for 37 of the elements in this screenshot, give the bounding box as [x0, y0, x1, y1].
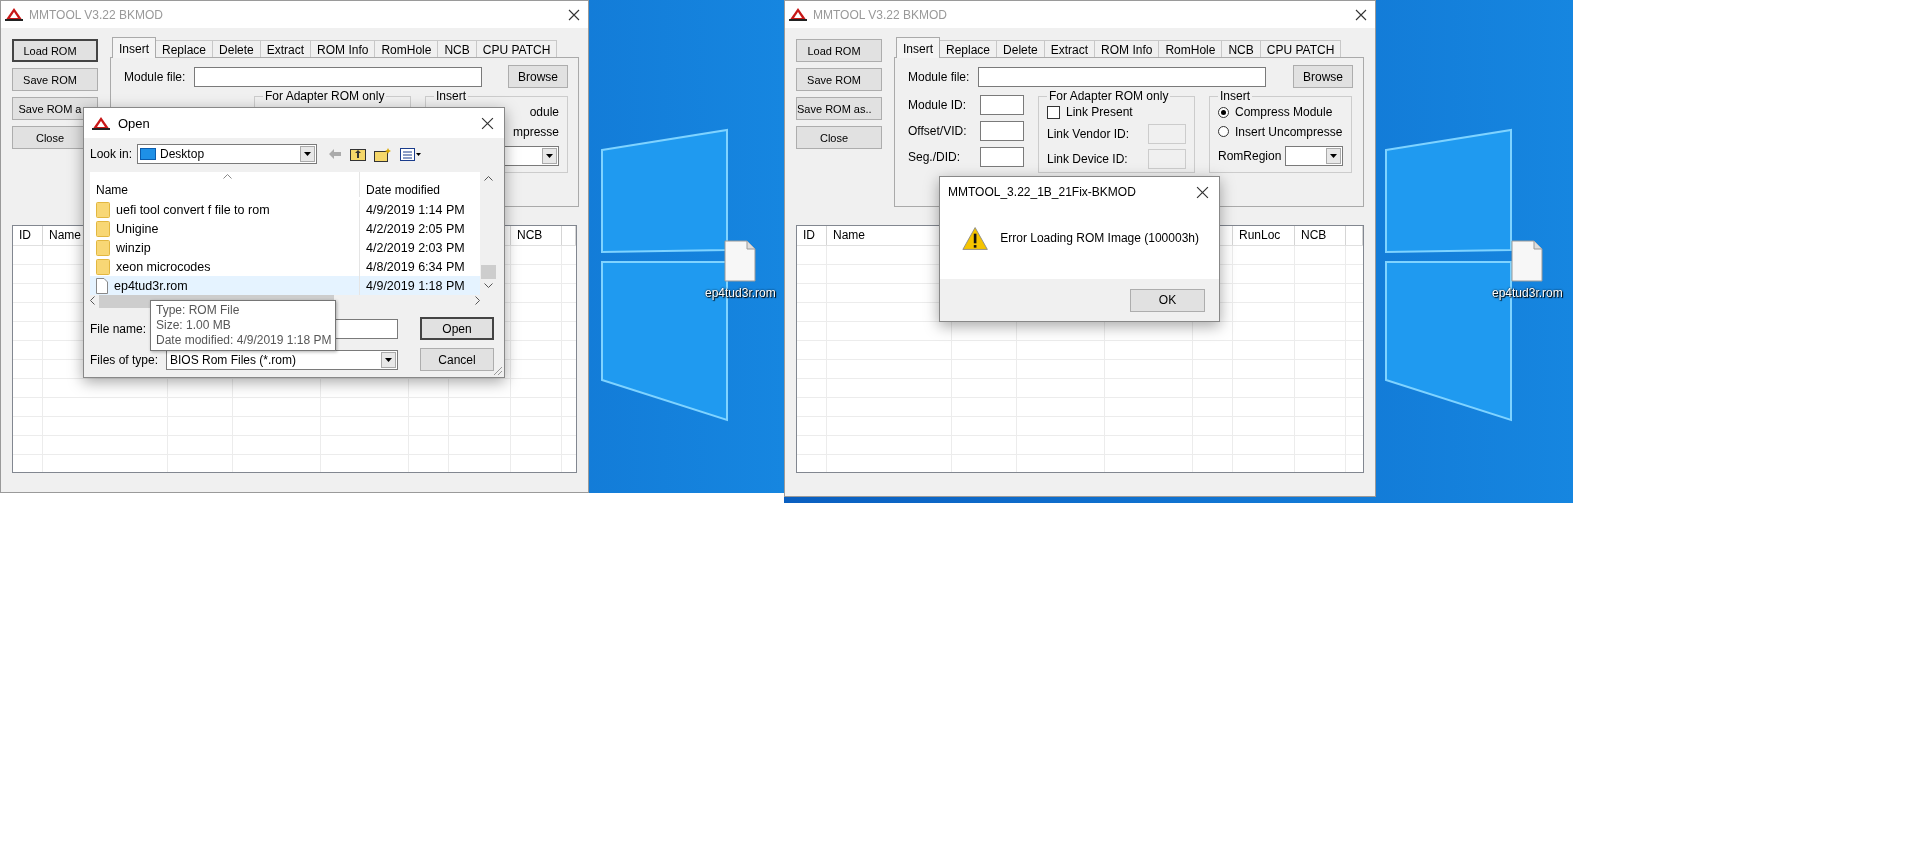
group-title: For Adapter ROM only	[1048, 89, 1170, 103]
window-title: MMTOOL V3.22 BKMOD	[29, 7, 165, 22]
radio-label: odule	[529, 105, 559, 119]
radio-label: Insert Uncompresse	[1235, 124, 1343, 139]
field-label: Seg./DID:	[908, 150, 961, 164]
file-date: 4/9/2019 1:14 PM	[365, 202, 465, 217]
field-label: Offset/VID:	[908, 124, 967, 138]
tooltip-line: Type: ROM File	[156, 303, 240, 318]
file-name: uefi tool convert f file to rom	[116, 202, 270, 217]
field-label: Files of type:	[90, 352, 160, 367]
field-label: Module file:	[908, 69, 971, 84]
radio-label: Compress Module	[1235, 105, 1333, 120]
file-date: 4/2/2019 2:03 PM	[365, 240, 465, 255]
file-date: 4/9/2019 1:18 PM	[365, 278, 465, 293]
field-label: Look in:	[90, 147, 133, 161]
file-name: winzip	[116, 240, 151, 255]
tooltip-line: Size: 1.00 MB	[156, 318, 231, 333]
window-title: MMTOOL V3.22 BKMOD	[813, 7, 949, 22]
error-message: Error Loading ROM Image (100003h)	[1000, 231, 1199, 245]
file-date: 4/8/2019 6:34 PM	[365, 259, 465, 274]
field-label: Module ID:	[908, 98, 967, 112]
group-title: Insert	[1219, 89, 1251, 103]
group-title: For Adapter ROM only	[264, 89, 386, 103]
file-date: 4/2/2019 2:05 PM	[365, 221, 465, 236]
field-label: Link Device ID:	[1047, 152, 1128, 166]
tooltip-line: Date modified: 4/9/2019 1:18 PM	[156, 333, 332, 348]
field-label: Module file:	[124, 69, 187, 84]
dialog-title: MMTOOL_3.22_1B_21Fix-BKMOD	[948, 185, 1137, 199]
group-title: Insert	[435, 89, 467, 103]
file-name: Unigine	[116, 221, 159, 236]
file-name: xeon microcodes	[116, 259, 211, 274]
field-label: Link Vendor ID:	[1047, 127, 1130, 141]
dialog-title: Open	[118, 115, 151, 131]
field-label: RomRegion	[1218, 149, 1282, 163]
checkbox-label: Link Present	[1066, 105, 1133, 119]
file-name: ep4tud3r.rom	[114, 278, 188, 293]
radio-label: mpresse	[513, 124, 559, 139]
